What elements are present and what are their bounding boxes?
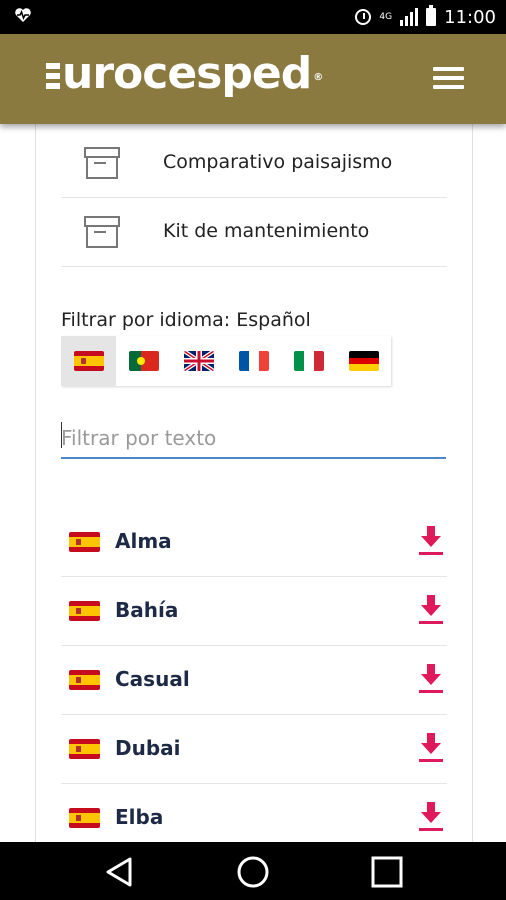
flag-button-gb[interactable] <box>171 336 226 386</box>
portugal-flag-icon <box>128 351 159 371</box>
brand-logo: urocesped ® <box>46 48 323 100</box>
document-row-elba[interactable]: Elba <box>61 784 447 842</box>
italy-flag-icon <box>293 351 324 371</box>
download-icon[interactable] <box>419 664 443 694</box>
document-name: Bahía <box>115 598 179 622</box>
flag-button-fr[interactable] <box>226 336 281 386</box>
spain-flag-icon <box>69 739 100 759</box>
document-row-casual[interactable]: Casual <box>61 646 447 715</box>
document-name: Alma <box>115 529 172 553</box>
system-nav-bar <box>0 842 506 900</box>
archive-box-icon <box>84 216 120 250</box>
document-row-alma[interactable]: Alma <box>61 508 447 577</box>
language-filter-label: Filtrar por idioma: Español <box>61 309 311 331</box>
flag-button-pt[interactable] <box>116 336 171 386</box>
app-header: urocesped ® <box>0 34 506 124</box>
document-row-bahia[interactable]: Bahía <box>61 577 447 646</box>
text-cursor <box>61 422 62 448</box>
spain-flag-icon <box>69 532 100 552</box>
recents-icon[interactable] <box>370 855 404 889</box>
spain-flag-icon <box>69 808 100 828</box>
document-row-dubai[interactable]: Dubai <box>61 715 447 784</box>
home-icon[interactable] <box>236 855 270 889</box>
category-label: Comparativo paisajismo <box>163 151 393 173</box>
status-bar: 4G 11:00 <box>0 0 506 34</box>
network-type: 4G <box>379 11 393 22</box>
download-icon[interactable] <box>419 733 443 763</box>
document-panel: Comparativo paisajismo Kit de mantenimie… <box>35 124 473 842</box>
registered-icon: ® <box>313 72 323 83</box>
heart-monitor-icon <box>14 6 32 29</box>
language-flag-selector <box>61 336 391 386</box>
document-name: Elba <box>115 805 164 829</box>
flag-button-es[interactable] <box>61 336 116 386</box>
alarm-icon <box>355 9 372 25</box>
category-kit-mantenimiento[interactable]: Kit de mantenimiento <box>61 198 447 267</box>
germany-flag-icon <box>348 351 379 371</box>
flag-button-de[interactable] <box>336 336 391 386</box>
signal-icon <box>400 8 419 26</box>
spain-flag-icon <box>69 670 100 690</box>
category-label: Kit de mantenimiento <box>163 220 370 242</box>
spain-flag-icon <box>69 601 100 621</box>
france-flag-icon <box>238 351 269 371</box>
document-name: Dubai <box>115 736 181 760</box>
download-icon[interactable] <box>419 802 443 832</box>
flag-button-it[interactable] <box>281 336 336 386</box>
text-filter-input[interactable] <box>61 419 446 459</box>
archive-box-icon <box>84 147 120 181</box>
battery-icon <box>426 5 437 26</box>
hamburger-icon[interactable] <box>433 67 464 89</box>
back-icon[interactable] <box>102 855 136 889</box>
document-name: Casual <box>115 667 190 691</box>
logo-text: urocesped <box>62 48 312 99</box>
download-icon[interactable] <box>419 526 443 556</box>
status-time: 11:00 <box>444 6 496 28</box>
logo-e-mark-icon <box>46 63 60 89</box>
spain-flag-icon <box>73 351 104 371</box>
uk-flag-icon <box>183 351 214 371</box>
category-comparativo-paisajismo[interactable]: Comparativo paisajismo <box>61 129 447 198</box>
download-icon[interactable] <box>419 595 443 625</box>
